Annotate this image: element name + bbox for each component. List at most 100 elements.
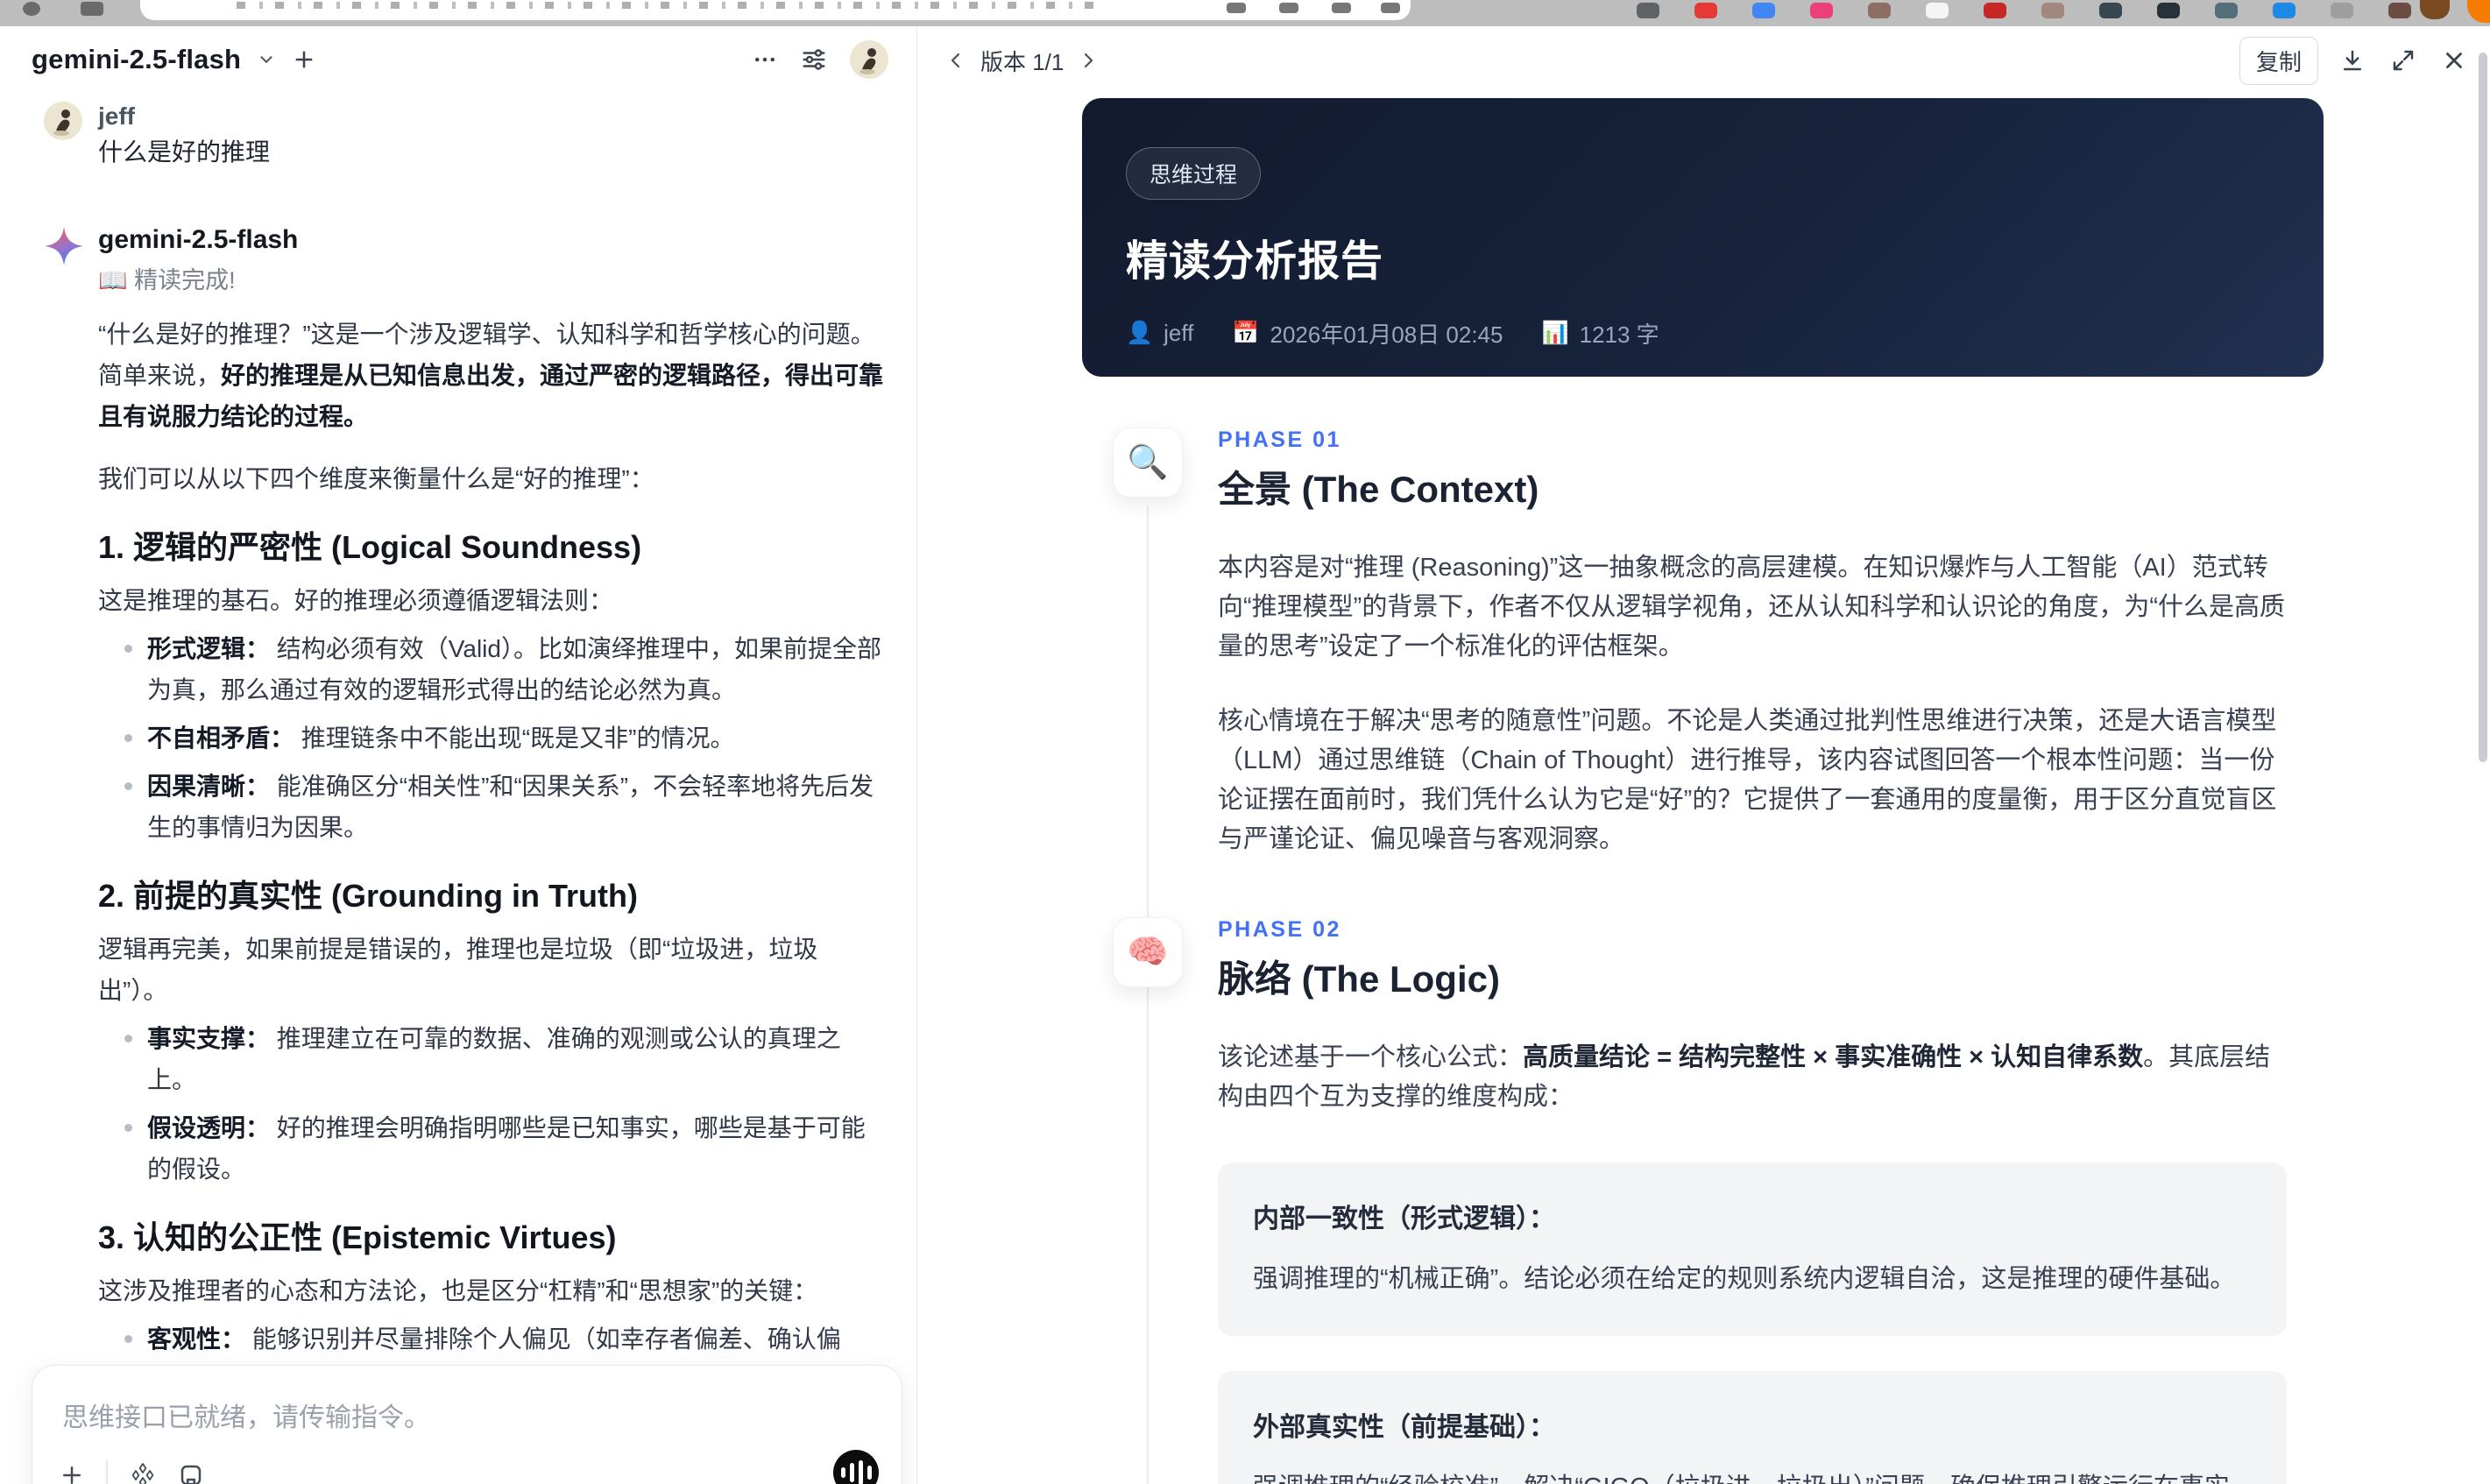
card-text: 强调推理的“机械正确”。结论必须在给定的规则系统内逻辑自洽，这是推理的硬件基础。 <box>1253 1265 2236 1293</box>
assistant-name: gemini-2.5-flash <box>98 225 299 254</box>
report-badge: 思维过程 <box>1126 147 1262 200</box>
extension-icon[interactable] <box>1926 3 1949 18</box>
paragraph: 核心情境在于解决“思考的随意性”问题。不论是人类通过批判性思维进行决策，还是大语… <box>1218 707 2277 853</box>
extension-icon[interactable] <box>1694 3 1717 18</box>
chat-header: gemini-2.5-flash <box>0 26 916 93</box>
scrollbar-thumb[interactable] <box>2479 53 2487 762</box>
artifact-panel: 版本 1/1 复制 思维过程 精读分析报告 👤 jeff 📅 2026年01月0… <box>917 26 2490 1484</box>
paragraph: 本内容是对“推理 (Reasoning)”这一抽象概念的高层建模。在知识爆炸与人… <box>1218 554 2285 661</box>
phase-section: 🧠 PHASE 02 脉络 (The Logic) 该论述基于一个核心公式：高质… <box>1113 917 2287 1484</box>
message-text: 什么是好的推理 <box>98 138 271 166</box>
input-placeholder: 思维接口已就绪，请传输指令。 <box>62 1403 430 1432</box>
settings-sliders-icon[interactable] <box>801 46 827 73</box>
report-title: 精读分析报告 <box>1126 238 1384 285</box>
assistant-message: gemini-2.5-flash 📖 精读完成! “什么是好的推理？”这是一个涉… <box>32 223 885 1484</box>
bullet-list: 形式逻辑： 结构必须有效（Valid）。比如演绎推理中，如果前提全部为真，那么通… <box>98 628 885 848</box>
phase-body: 本内容是对“推理 (Reasoning)”这一抽象概念的高层建模。在知识爆炸与人… <box>1218 548 2287 859</box>
gemini-logo-icon <box>44 226 84 266</box>
bar-chart-icon: 📊 <box>1541 321 1569 345</box>
fullscreen-icon[interactable] <box>2387 44 2420 77</box>
skills-diamonds-icon[interactable] <box>129 1461 157 1484</box>
bookmark-star-icon[interactable] <box>1332 3 1351 13</box>
attach-plus-button[interactable] <box>59 1462 85 1484</box>
browser-corner-icon[interactable] <box>2467 0 2490 23</box>
user-avatar[interactable] <box>850 40 888 79</box>
phase-title: 全景 (The Context) <box>1218 469 1539 510</box>
list-item: 事实支撑： 推理建立在可靠的数据、准确的观测或公认的真理之上。 <box>98 1018 885 1100</box>
side-panel-icon[interactable] <box>1381 3 1400 13</box>
extension-icon[interactable] <box>2157 3 2180 18</box>
person-icon: 👤 <box>1126 321 1154 345</box>
lead-paragraph: 我们可以从以下四个维度来衡量什么是“好的推理”： <box>98 465 654 492</box>
copy-button[interactable]: 复制 <box>2239 36 2318 85</box>
input-toolbar <box>59 1460 204 1484</box>
reload-icon[interactable] <box>23 2 40 16</box>
intro-paragraph: “什么是好的推理？”这是一个涉及逻辑学、认知科学和哲学核心的问题。简单来说，好的… <box>98 321 884 430</box>
report-date: 📅 2026年01月08日 02:45 <box>1232 321 1503 348</box>
extension-icon[interactable] <box>2099 3 2122 18</box>
list-item: 形式逻辑： 结构必须有效（Valid）。比如演绎推理中，如果前提全部为真，那么通… <box>98 628 885 710</box>
extension-icon[interactable] <box>1868 3 1891 18</box>
translate-icon[interactable] <box>1279 3 1298 13</box>
section-heading: 3. 认知的公正性 (Epistemic Virtues) <box>98 1219 617 1255</box>
new-chat-button[interactable] <box>292 47 316 72</box>
browser-bar <box>0 0 2490 26</box>
report-author: 👤 jeff <box>1126 320 1194 346</box>
dimension-card: 外部真实性（前提基础）： 强调推理的“经验校准”。解决“GIGO（垃圾进，垃圾出… <box>1218 1371 2287 1484</box>
phase-body: 该论述基于一个核心公式：高质量结论 = 结构完整性 × 事实准确性 × 认知自律… <box>1218 1038 2287 1484</box>
extensions-row <box>1637 3 2411 18</box>
chat-input-box[interactable]: 思维接口已就绪，请传输指令。 <box>32 1365 902 1484</box>
extension-icon[interactable] <box>2331 3 2353 18</box>
close-icon[interactable] <box>2437 44 2471 77</box>
list-item: 因果清晰： 能准确区分“相关性”和“因果关系”，不会轻率地将先后发生的事情归为因… <box>98 766 885 848</box>
version-label: 版本 1/1 <box>980 48 1065 75</box>
extension-icon[interactable] <box>2041 3 2064 18</box>
extension-icon[interactable] <box>1984 3 2006 18</box>
extension-icon[interactable] <box>2215 3 2238 18</box>
screen: gemini-2.5-flash jeff 什么是好的推理 gemini-2.5… <box>0 0 2490 1484</box>
artifact-toolbar: 版本 1/1 复制 <box>917 26 2490 95</box>
section-heading: 2. 前提的真实性 (Grounding in Truth) <box>98 878 638 914</box>
more-options-icon[interactable] <box>752 46 778 73</box>
report-hero-card: 思维过程 精读分析报告 👤 jeff 📅 2026年01月08日 02:45 📊… <box>1082 98 2324 377</box>
bullet-list: 事实支撑： 推理建立在可靠的数据、准确的观测或公认的真理之上。 假设透明： 好的… <box>98 1018 885 1190</box>
extension-icon[interactable] <box>1810 3 1833 18</box>
card-title: 外部真实性（前提基础）： <box>1253 1413 1555 1442</box>
chevron-down-icon[interactable] <box>257 50 276 69</box>
report-meta: 👤 jeff 📅 2026年01月08日 02:45 📊 1213 字 <box>1126 317 2280 350</box>
brain-icon: 🧠 <box>1113 917 1183 987</box>
message-author: jeff <box>98 102 135 130</box>
phase-title: 脉络 (The Logic) <box>1218 958 1500 1000</box>
message-list[interactable]: jeff 什么是好的推理 gemini-2.5-flash 📖 精读完成! “什… <box>0 93 916 1484</box>
extension-icon[interactable] <box>2273 3 2295 18</box>
previous-version-button[interactable] <box>945 50 966 71</box>
magnifier-icon: 🔍 <box>1113 428 1183 498</box>
phase-section: 🔍 PHASE 01 全景 (The Context) 本内容是对“推理 (Re… <box>1113 428 2287 859</box>
next-version-button[interactable] <box>1078 50 1099 71</box>
card-title: 内部一致性（形式逻辑）： <box>1253 1205 1555 1233</box>
url-bar[interactable] <box>140 0 1411 20</box>
assistant-status: 📖 精读完成! <box>98 267 236 293</box>
extension-icon[interactable] <box>1637 3 1659 18</box>
extension-icon[interactable] <box>1752 3 1775 18</box>
download-icon[interactable] <box>2336 44 2369 77</box>
list-item: 不自相矛盾： 推理链条中不能出现“既是又非”的情况。 <box>98 717 885 759</box>
section-desc: 逻辑再完美，如果前提是错误的，推理也是垃圾（即“垃圾进，垃圾出”）。 <box>98 936 818 1004</box>
assistant-body: “什么是好的推理？”这是一个涉及逻辑学、认知科学和哲学核心的问题。简单来说，好的… <box>98 314 885 1484</box>
paragraph: 该论述基于一个核心公式：高质量结论 = 结构完整性 × 事实准确性 × 认知自律… <box>1218 1043 2271 1111</box>
model-selector[interactable]: gemini-2.5-flash <box>32 44 241 75</box>
canvas-frame-icon[interactable] <box>178 1462 204 1484</box>
book-icon: 📖 <box>98 267 128 293</box>
url-text-cropped <box>237 2 1095 9</box>
browser-profile-avatar[interactable] <box>2420 0 2450 19</box>
chat-panel: gemini-2.5-flash jeff 什么是好的推理 gemini-2.5… <box>0 26 917 1484</box>
divider <box>106 1460 108 1484</box>
card-text: 强调推理的“经验校准”。解决“GIGO（垃圾进，垃圾出）”问题，确保推理引擎运行… <box>1253 1468 2252 1484</box>
apps-grid-icon[interactable] <box>81 2 103 16</box>
user-message: jeff 什么是好的推理 <box>32 100 885 172</box>
voice-input-button[interactable] <box>833 1450 879 1484</box>
report-word-count: 📊 1213 字 <box>1541 321 1659 348</box>
extension-icon[interactable] <box>2388 3 2411 18</box>
reading-mode-icon[interactable] <box>1227 3 1246 13</box>
dimension-card: 内部一致性（形式逻辑）： 强调推理的“机械正确”。结论必须在给定的规则系统内逻辑… <box>1218 1162 2287 1336</box>
